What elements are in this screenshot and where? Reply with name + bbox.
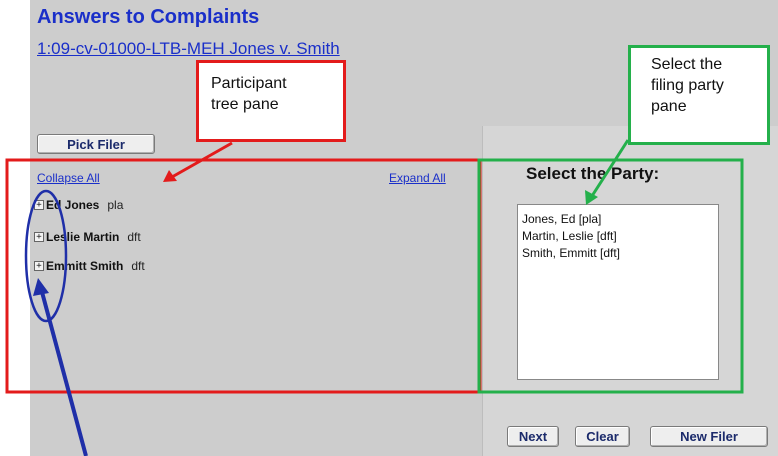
participant-tree-pane-outline — [5, 158, 482, 394]
blue-arrowhead — [33, 278, 49, 296]
green-arrow-line — [590, 139, 630, 197]
filing-party-pane-outline — [477, 158, 744, 394]
annotation-overlay — [5, 139, 744, 456]
blue-pointer-line — [40, 291, 88, 456]
